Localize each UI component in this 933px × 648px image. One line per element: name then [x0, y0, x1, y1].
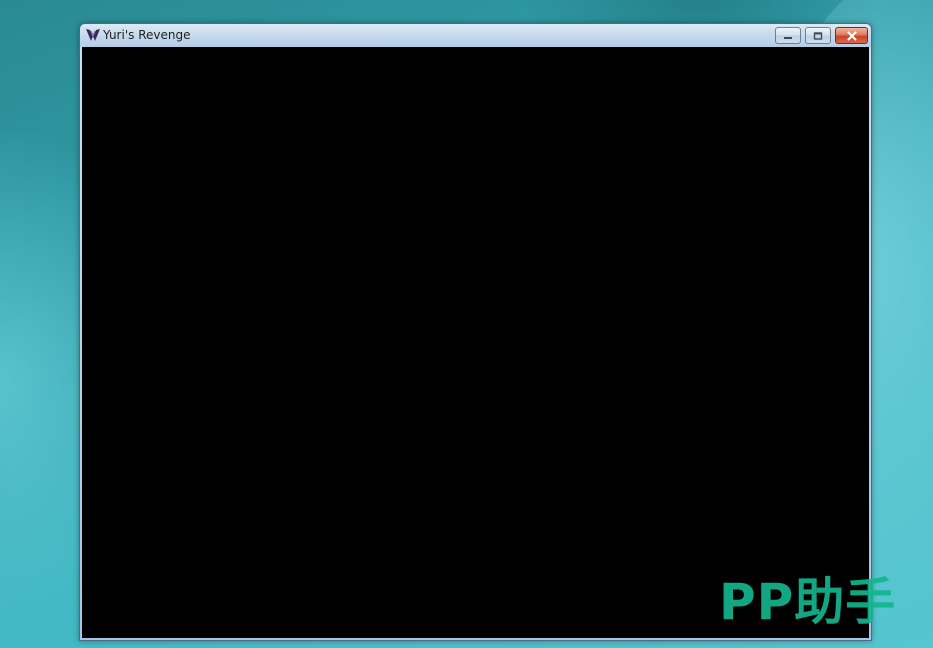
- game-client-area[interactable]: [82, 47, 869, 638]
- close-icon: [847, 31, 856, 40]
- yuri-logo-icon[interactable]: [85, 27, 101, 43]
- watermark-logo: PP助手: [719, 573, 897, 631]
- window-controls: [775, 27, 868, 44]
- minimize-icon: [784, 36, 792, 39]
- minimize-button[interactable]: [775, 27, 801, 44]
- maximize-button[interactable]: [805, 27, 831, 44]
- desktop-background: Yuri's Revenge PP助手: [0, 0, 933, 648]
- game-window: Yuri's Revenge: [79, 23, 872, 641]
- window-title: Yuri's Revenge: [103, 28, 191, 42]
- window-titlebar[interactable]: Yuri's Revenge: [80, 24, 871, 47]
- maximize-icon: [813, 31, 823, 40]
- close-button[interactable]: [835, 27, 868, 44]
